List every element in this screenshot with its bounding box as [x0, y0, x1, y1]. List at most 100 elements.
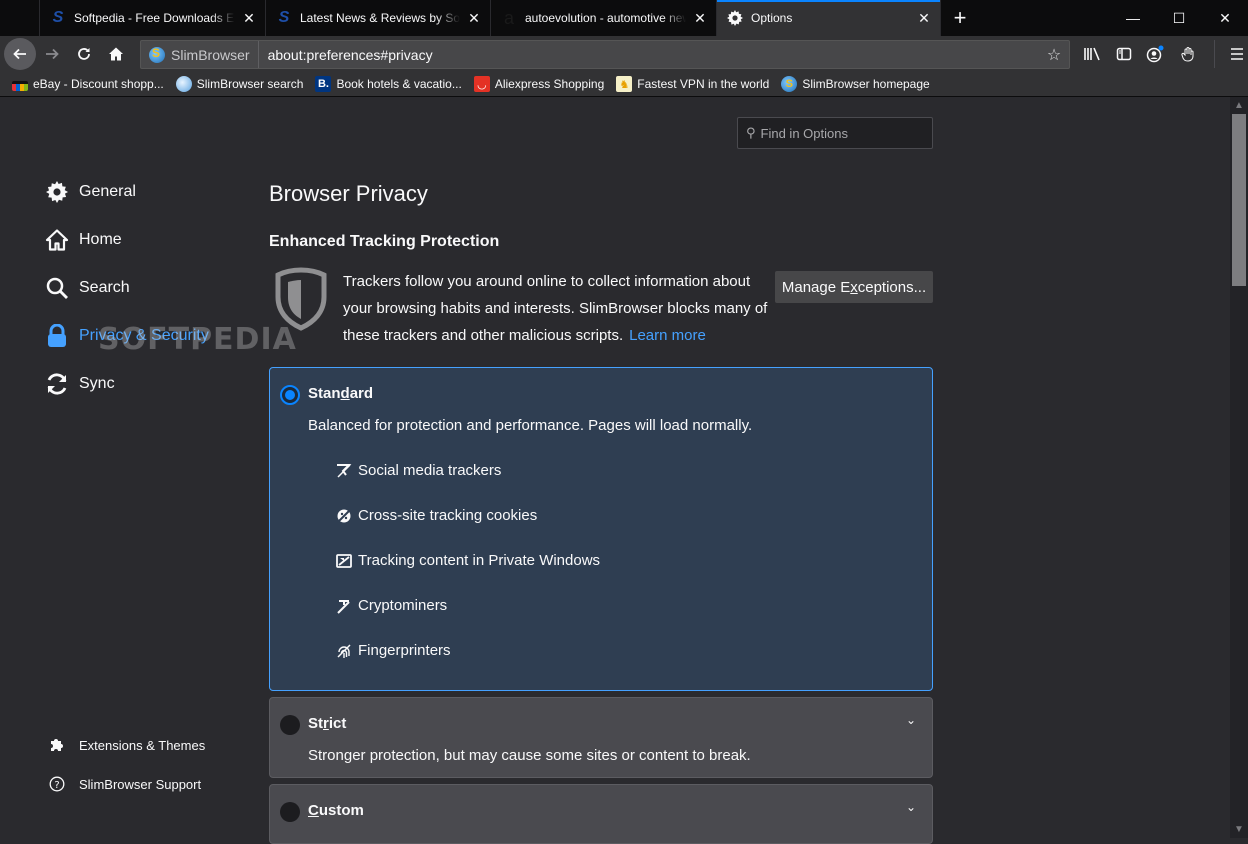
category-sync[interactable]: Sync [45, 372, 115, 396]
option-title: Custom [308, 802, 364, 819]
tab-title: autoevolution - automotive news [525, 11, 686, 25]
find-placeholder: Find in Options [760, 125, 848, 141]
library-icon [1084, 47, 1100, 61]
vertical-scrollbar[interactable]: ▲ ▼ [1230, 97, 1248, 838]
category-home[interactable]: Home [45, 228, 122, 252]
etp-heading: Enhanced Tracking Protection [269, 233, 500, 250]
feature-label: Fingerprinters [358, 642, 451, 659]
feature-item: Tracking content in Private Windows [336, 552, 600, 569]
custom-radio[interactable] [280, 802, 300, 822]
account-icon [1146, 45, 1164, 63]
option-standard[interactable]: Standard Balanced for protection and per… [269, 367, 933, 691]
manage-exceptions-button[interactable]: Manage Ex ceptions... [775, 271, 933, 303]
etp-description: Trackers follow you around online to col… [343, 268, 771, 349]
learn-more-link[interactable]: Learn more [629, 327, 706, 344]
tab-softpedia[interactable]: S Softpedia - Free Downloads Encyclopedi… [40, 0, 266, 36]
strict-radio[interactable] [280, 715, 300, 735]
label-part: Manage E [781, 278, 851, 296]
feature-item: Fingerprinters [336, 642, 451, 659]
bookmark-slimbrowser-homepage[interactable]: S SlimBrowser homepage [781, 76, 930, 92]
bookmark-star-icon[interactable]: ☆ [1039, 45, 1069, 65]
option-custom[interactable]: Custom ⌄ [269, 784, 933, 844]
option-strict[interactable]: Strict Stronger protection, but may caus… [269, 697, 933, 778]
minimize-button[interactable]: — [1110, 0, 1156, 36]
site-identity-button[interactable]: SlimBrowser [141, 41, 259, 68]
home-button[interactable] [100, 38, 132, 70]
chevron-down-icon[interactable]: ⌄ [906, 713, 916, 727]
help-icon: ? [49, 776, 65, 792]
shield-icon [275, 267, 327, 331]
tracking-content-icon [336, 553, 352, 569]
reload-button[interactable] [68, 38, 100, 70]
close-tab-icon[interactable]: ✕ [241, 10, 257, 26]
feature-item: Social media trackers [336, 462, 501, 479]
category-label: General [79, 183, 136, 200]
softpedia-favicon-icon: S [278, 9, 290, 26]
bookmark-label: Fastest VPN in the world [637, 77, 770, 91]
find-in-options-input[interactable]: ⚲ Find in Options [737, 117, 933, 149]
aliexpress-icon: ◡ [473, 76, 490, 92]
arrow-left-icon [13, 48, 26, 60]
close-tab-icon[interactable]: ✕ [916, 10, 932, 26]
account-button[interactable] [1140, 38, 1172, 70]
close-tab-icon[interactable]: ✕ [692, 10, 708, 26]
scroll-up-arrow-icon[interactable]: ▲ [1230, 97, 1248, 114]
category-search[interactable]: Search [45, 276, 130, 300]
feature-label: Cryptominers [358, 597, 448, 614]
standard-radio[interactable] [280, 385, 300, 405]
bookmark-booking[interactable]: B. Book hotels & vacatio... [315, 76, 462, 92]
chevron-down-icon[interactable]: ⌄ [906, 800, 916, 814]
maximize-button[interactable]: ☐ [1156, 0, 1202, 36]
bookmark-label: Aliexpress Shopping [494, 77, 605, 91]
category-general[interactable]: General [45, 180, 136, 204]
bookmark-aliexpress[interactable]: ◡ Aliexpress Shopping [473, 76, 605, 92]
close-tab-icon[interactable]: ✕ [466, 10, 482, 26]
bookmark-vpn[interactable]: ♞ Fastest VPN in the world [616, 76, 769, 92]
bookmark-label: eBay - Discount shopp... [33, 77, 164, 91]
hand-tool-button[interactable] [1172, 38, 1204, 70]
option-description: Stronger protection, but may cause some … [308, 747, 751, 764]
url-bar[interactable]: SlimBrowser about:preferences#privacy ☆ [140, 40, 1070, 69]
scrollbar-thumb[interactable] [1232, 114, 1246, 286]
new-tab-button[interactable]: + [941, 0, 979, 36]
menu-button[interactable] [1221, 38, 1248, 70]
close-window-button[interactable]: ✕ [1202, 0, 1248, 36]
back-button[interactable] [4, 38, 36, 70]
option-description: Balanced for protection and performance.… [308, 417, 753, 434]
toolbar-right-buttons [1076, 38, 1248, 70]
tab-softpedia-news[interactable]: S Latest News & Reviews by Softpedia ✕ [266, 0, 491, 36]
url-input[interactable]: about:preferences#privacy [259, 47, 1039, 63]
tab-options[interactable]: Options ✕ [717, 0, 941, 36]
sidebar-button[interactable] [1108, 38, 1140, 70]
bookmark-ebay[interactable]: eBay - Discount shopp... [12, 77, 164, 91]
navigation-toolbar: SlimBrowser about:preferences#privacy ☆ [0, 36, 1248, 72]
vpn-icon: ♞ [616, 76, 633, 92]
gear-icon [45, 180, 69, 204]
category-privacy-security[interactable]: Privacy & Security [45, 324, 209, 348]
feature-label: Cross-site tracking cookies [358, 507, 538, 524]
home-icon [45, 228, 69, 252]
label-part: St [308, 715, 323, 732]
svg-text:?: ? [54, 780, 59, 791]
option-title: Standard [308, 385, 373, 402]
extensions-themes-link[interactable]: Extensions & Themes [49, 737, 205, 753]
library-button[interactable] [1076, 38, 1108, 70]
label-part: ard [349, 385, 374, 402]
support-link[interactable]: ? SlimBrowser Support [49, 776, 201, 792]
footer-link-label: Extensions & Themes [79, 737, 206, 753]
sidebar-icon [1116, 47, 1132, 61]
page-title: Browser Privacy [269, 181, 428, 206]
bookmark-label: SlimBrowser homepage [802, 77, 930, 91]
reload-icon [78, 48, 90, 60]
scroll-down-arrow-icon[interactable]: ▼ [1230, 821, 1248, 838]
forward-button[interactable] [36, 38, 68, 70]
label-part: ustom [318, 802, 364, 819]
tab-strip-spacer [0, 0, 40, 36]
bookmark-label: Book hotels & vacatio... [336, 77, 462, 91]
footer-link-label: SlimBrowser Support [79, 776, 202, 792]
tab-autoevolution[interactable]: a autoevolution - automotive news ✕ [491, 0, 717, 36]
feature-item: Cross-site tracking cookies [336, 507, 537, 524]
accesskey: x [850, 278, 858, 296]
bookmark-slimbrowser-search[interactable]: SlimBrowser search [175, 76, 303, 92]
booking-icon: B. [315, 76, 332, 92]
